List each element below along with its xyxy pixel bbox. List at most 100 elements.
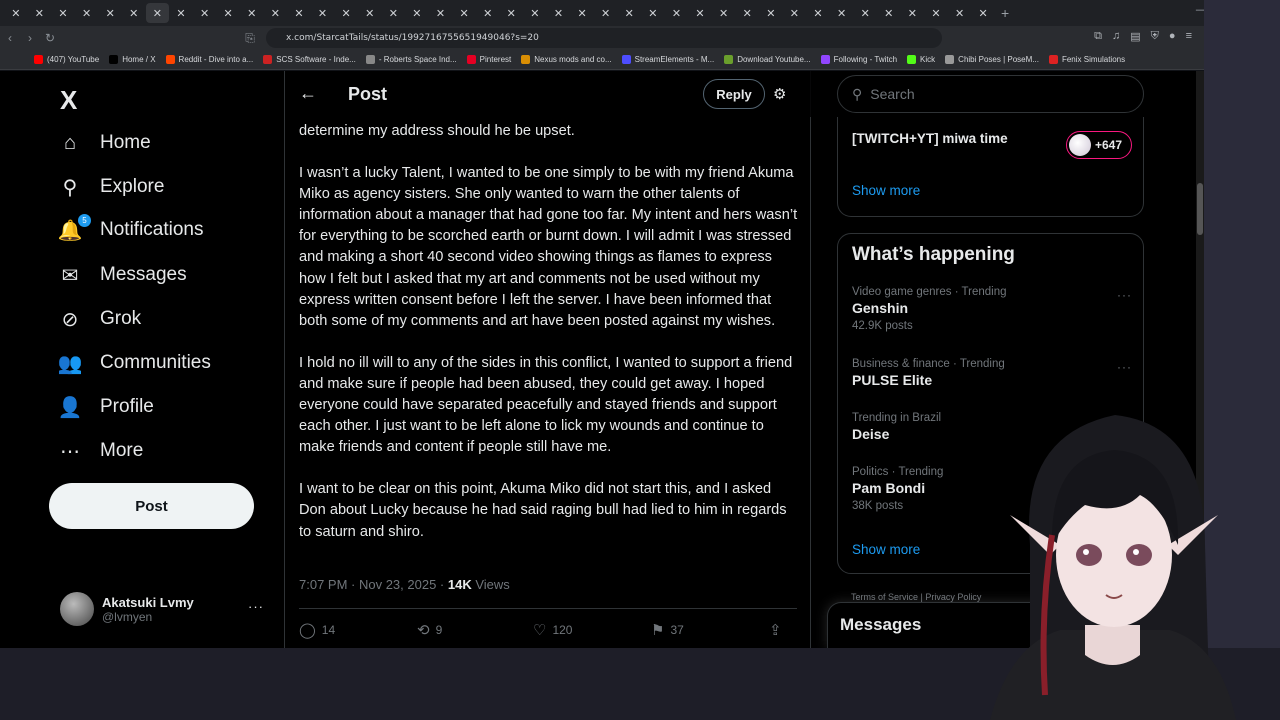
browser-tab[interactable]: ✕ — [334, 3, 358, 23]
bookmark-page-icon[interactable]: ⎘ — [240, 31, 260, 46]
bookmark-item[interactable]: (407) YouTube — [34, 55, 99, 64]
forward-icon[interactable]: › — [20, 31, 40, 45]
browser-tab[interactable]: ✕ — [948, 3, 972, 23]
browser-tab[interactable]: ✕ — [358, 3, 382, 23]
browser-tab[interactable]: ✕ — [145, 3, 170, 23]
more-icon[interactable]: ··· — [1117, 360, 1132, 374]
reply-action[interactable]: ◯ 14 — [299, 621, 417, 639]
menu-icon[interactable]: ≡ — [1186, 30, 1192, 43]
show-more-link[interactable]: Show more — [852, 183, 920, 198]
browser-tab[interactable]: ✕ — [759, 3, 783, 23]
browser-tab[interactable]: ✕ — [665, 3, 689, 23]
sidebar-icon[interactable]: ▤ — [1130, 30, 1140, 43]
bookmark-item[interactable]: Fenix Simulations — [1048, 55, 1125, 64]
bookmark-item[interactable]: - Roberts Space Ind... — [365, 55, 457, 64]
x-logo-icon[interactable]: X — [60, 85, 77, 116]
nav-item-communities[interactable]: 👥 Communities — [58, 351, 211, 375]
browser-tab[interactable]: ✕ — [617, 3, 641, 23]
browser-tab[interactable]: ✕ — [4, 3, 28, 23]
bookmark-item[interactable]: Pinterest — [466, 55, 511, 64]
browser-tab[interactable]: ✕ — [547, 3, 571, 23]
browser-tab[interactable]: ✕ — [193, 3, 217, 23]
scrollbar-thumb[interactable] — [1197, 183, 1203, 235]
browser-tab[interactable]: ✕ — [287, 3, 311, 23]
browser-tab[interactable]: ✕ — [264, 3, 288, 23]
extensions-icon[interactable]: ⧉ — [1094, 30, 1102, 43]
browser-tab[interactable]: ✕ — [641, 3, 665, 23]
bookmark-item[interactable]: Home / X — [109, 55, 156, 64]
account-switcher[interactable]: Akatsuki Lvmy @lvmyen ··· — [60, 589, 270, 629]
browser-tab[interactable]: ✕ — [830, 3, 854, 23]
bookmark-item[interactable]: StreamElements - M... — [621, 55, 714, 64]
reply-button[interactable]: Reply — [703, 79, 765, 109]
browser-tab[interactable]: ✕ — [853, 3, 877, 23]
browser-tab[interactable]: ✕ — [735, 3, 759, 23]
bookmark-item[interactable]: Following - Twitch — [820, 55, 897, 64]
bookmark-item[interactable]: Download Youtube... — [724, 55, 811, 64]
trend-item[interactable]: Business & finance · Trending PULSE Elit… — [852, 358, 1132, 388]
nav-item-explore[interactable]: ⚲ Explore — [58, 175, 165, 199]
show-more-link[interactable]: Show more — [852, 542, 920, 557]
account-more-icon[interactable]: ··· — [248, 599, 264, 614]
bookmark-item[interactable]: Kick — [907, 55, 935, 64]
bookmark-item[interactable]: Reddit - Dive into a... — [165, 55, 253, 64]
browser-tab[interactable]: ✕ — [429, 3, 453, 23]
url-field[interactable]: x.com/StarcatTails/status/19927167556519… — [266, 28, 942, 48]
browser-tab[interactable]: ✕ — [98, 3, 122, 23]
browser-tab[interactable]: ✕ — [523, 3, 547, 23]
browser-tab[interactable]: ✕ — [28, 3, 52, 23]
bookmark-item[interactable]: Chibi Poses | PoseM... — [945, 55, 1039, 64]
new-tab-button[interactable]: + — [1001, 5, 1009, 21]
browser-tab[interactable]: ✕ — [75, 3, 99, 23]
nav-item-grok[interactable]: ⊘ Grok — [58, 307, 142, 331]
live-pill[interactable]: +647 — [1066, 131, 1132, 159]
browser-tab[interactable]: ✕ — [806, 3, 830, 23]
bookmark-action[interactable]: ⚑ 37 — [651, 621, 769, 639]
nav-item-more[interactable]: ⋯ More — [58, 439, 143, 463]
browser-tab[interactable]: ✕ — [169, 3, 193, 23]
back-icon[interactable]: ‹ — [0, 31, 20, 45]
like-action[interactable]: ♡ 120 — [533, 621, 651, 639]
browser-tab[interactable]: ✕ — [712, 3, 736, 23]
post-text: determine my address should he be upset.… — [299, 121, 799, 564]
browser-tab[interactable]: ✕ — [382, 3, 406, 23]
bookmark-item[interactable]: Nexus mods and co... — [521, 55, 612, 64]
filter-icon[interactable]: ⚙ — [773, 85, 786, 103]
browser-tab[interactable]: ✕ — [311, 3, 335, 23]
media-icon[interactable]: ♫ — [1112, 30, 1120, 43]
nav-item-home[interactable]: ⌂ Home — [58, 131, 151, 155]
more-icon[interactable]: ··· — [1117, 288, 1132, 302]
nav-item-profile[interactable]: 👤 Profile — [58, 395, 154, 419]
browser-tab[interactable]: ✕ — [51, 3, 75, 23]
reload-icon[interactable]: ↻ — [40, 31, 60, 45]
browser-tab[interactable]: ✕ — [216, 3, 240, 23]
trend-item[interactable]: Video game genres · Trending Genshin 42.… — [852, 286, 1132, 332]
post-timestamp[interactable]: 7:07 PM · Nov 23, 2025 · — [299, 577, 448, 592]
browser-tab[interactable]: ✕ — [594, 3, 618, 23]
browser-tab[interactable]: ✕ — [122, 3, 146, 23]
search-input[interactable]: ⚲ Search — [837, 75, 1144, 113]
post-button[interactable]: Post — [49, 483, 254, 529]
repost-action[interactable]: ⟲ 9 — [417, 621, 533, 639]
browser-tab[interactable]: ✕ — [901, 3, 925, 23]
browser-tab[interactable]: ✕ — [476, 3, 500, 23]
browser-tab[interactable]: ✕ — [783, 3, 807, 23]
footer-links[interactable]: Terms of Service | Privacy Policy — [851, 592, 981, 602]
live-title[interactable]: [TWITCH+YT] miwa time — [852, 131, 1008, 146]
browser-tab[interactable]: ✕ — [924, 3, 948, 23]
share-action[interactable]: ⇪ — [769, 621, 782, 639]
nav-item-notifications[interactable]: 🔔 5 Notifications — [58, 214, 204, 242]
profile-icon[interactable]: ● — [1169, 30, 1176, 43]
bookmark-item[interactable]: SCS Software - Inde... — [263, 55, 356, 64]
back-arrow-icon[interactable]: ← — [299, 83, 317, 104]
browser-tab[interactable]: ✕ — [240, 3, 264, 23]
browser-tab[interactable]: ✕ — [499, 3, 523, 23]
browser-tab[interactable]: ✕ — [570, 3, 594, 23]
shield-icon[interactable]: ⛨ — [1151, 30, 1159, 43]
browser-tab[interactable]: ✕ — [877, 3, 901, 23]
nav-item-messages[interactable]: ✉ Messages — [58, 263, 187, 287]
browser-tab[interactable]: ✕ — [452, 3, 476, 23]
browser-tab[interactable]: ✕ — [688, 3, 712, 23]
browser-tab[interactable]: ✕ — [971, 3, 995, 23]
browser-tab[interactable]: ✕ — [405, 3, 429, 23]
